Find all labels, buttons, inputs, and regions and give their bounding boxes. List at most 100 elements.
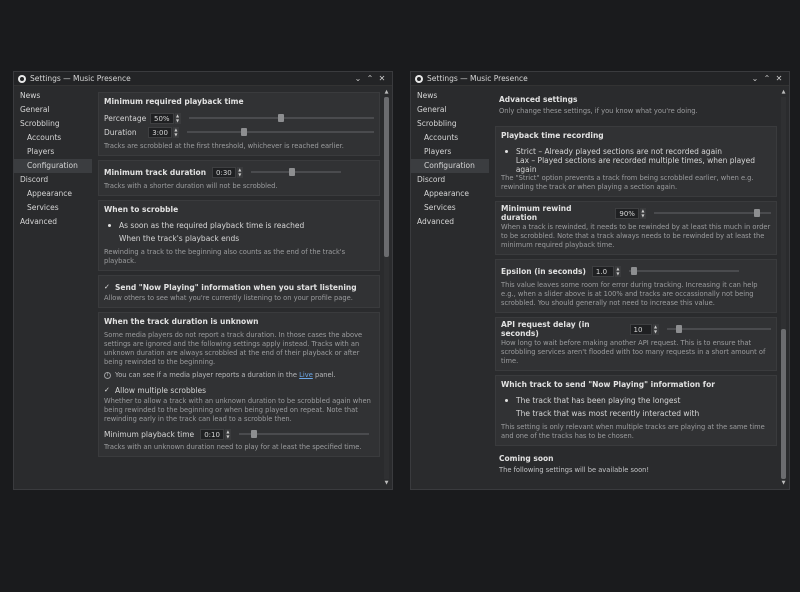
scroll-down-icon[interactable]: ▼ bbox=[780, 480, 787, 487]
duration-spinbox[interactable]: 3:00 ▲ ▼ bbox=[148, 126, 179, 138]
slider-handle[interactable] bbox=[278, 114, 285, 122]
checkmark-icon[interactable]: ✓ bbox=[104, 386, 112, 394]
sidebar-item-accounts[interactable]: Accounts bbox=[411, 131, 489, 145]
scrollbar[interactable]: ▲ ▼ bbox=[780, 89, 787, 487]
epsilon-slider[interactable] bbox=[628, 267, 739, 275]
which-track-desc: This setting is only relevant when multi… bbox=[501, 423, 765, 440]
slider-handle[interactable] bbox=[676, 325, 683, 333]
recording-option-lax[interactable]: Lax – Played sections are recorded multi… bbox=[501, 156, 771, 174]
allow-multiple-desc: Whether to allow a track with an unknown… bbox=[104, 397, 371, 423]
spin-down-icon[interactable]: ▼ bbox=[173, 132, 179, 138]
which-track-option-recent[interactable]: The track that was most recently interac… bbox=[501, 407, 771, 420]
min-playback-title: Minimum required playback time bbox=[104, 97, 244, 106]
when-scrobble-card: When to scrobble As soon as the required… bbox=[98, 200, 380, 271]
sidebar-item-discord[interactable]: Discord bbox=[411, 173, 489, 187]
unknown-duration-card: When the track duration is unknown Some … bbox=[98, 312, 380, 457]
rewind-slider[interactable] bbox=[653, 209, 771, 217]
sidebar-item-scrobbling[interactable]: Scrobbling bbox=[14, 117, 92, 131]
sidebar-item-appearance[interactable]: Appearance bbox=[14, 187, 92, 201]
live-panel-link[interactable]: Live bbox=[299, 371, 313, 379]
scrollbar-thumb[interactable] bbox=[781, 329, 786, 479]
now-playing-card: ✓ Send "Now Playing" information when yo… bbox=[98, 275, 380, 308]
slider-handle[interactable] bbox=[288, 168, 295, 176]
radio-selected-icon[interactable] bbox=[503, 397, 510, 404]
sidebar-item-advanced[interactable]: Advanced bbox=[411, 215, 489, 229]
scroll-down-icon[interactable]: ▼ bbox=[383, 480, 390, 487]
sidebar-item-players[interactable]: Players bbox=[14, 145, 92, 159]
sidebar-item-appearance[interactable]: Appearance bbox=[411, 187, 489, 201]
radio-unselected-icon[interactable] bbox=[503, 161, 510, 168]
sidebar-item-discord[interactable]: Discord bbox=[14, 173, 92, 187]
when-scrobble-title: When to scrobble bbox=[104, 205, 179, 214]
sidebar-item-configuration[interactable]: Configuration bbox=[411, 159, 489, 173]
sidebar-item-services[interactable]: Services bbox=[14, 201, 92, 215]
api-delay-slider[interactable] bbox=[666, 325, 771, 333]
spin-down-icon[interactable]: ▼ bbox=[175, 118, 181, 124]
scrollbar-track[interactable] bbox=[384, 97, 389, 479]
slider-handle[interactable] bbox=[753, 209, 760, 217]
sidebar-item-advanced[interactable]: Advanced bbox=[14, 215, 92, 229]
scroll-up-icon[interactable]: ▲ bbox=[383, 89, 390, 96]
sidebar-item-players[interactable]: Players bbox=[411, 145, 489, 159]
chevron-down-icon[interactable]: ⌄ bbox=[749, 73, 761, 85]
chevron-up-icon[interactable]: ⌃ bbox=[761, 73, 773, 85]
spin-down-icon[interactable]: ▼ bbox=[640, 213, 646, 219]
unknown-duration-desc: Some media players do not report a track… bbox=[104, 331, 363, 366]
sidebar-item-general[interactable]: General bbox=[14, 103, 92, 117]
which-track-card: Which track to send "Now Playing" inform… bbox=[495, 375, 777, 446]
api-delay-card: API request delay (in seconds) 10 ▲ ▼ How… bbox=[495, 317, 777, 371]
min-playback-time-spinbox[interactable]: 0:10 ▲ ▼ bbox=[200, 428, 231, 440]
slider-handle[interactable] bbox=[630, 267, 637, 275]
spin-down-icon[interactable]: ▼ bbox=[225, 434, 231, 440]
which-track-option-longest[interactable]: The track that has been playing the long… bbox=[501, 394, 771, 407]
radio-selected-icon[interactable] bbox=[503, 148, 510, 155]
close-icon[interactable]: ✕ bbox=[376, 73, 388, 85]
slider-handle[interactable] bbox=[241, 128, 248, 136]
min-track-card: Minimum track duration 0:30 ▲ ▼ Tracks wi… bbox=[98, 160, 380, 196]
slider-handle[interactable] bbox=[251, 430, 258, 438]
scrollbar[interactable]: ▲ ▼ bbox=[383, 89, 390, 487]
close-icon[interactable]: ✕ bbox=[773, 73, 785, 85]
now-playing-checkbox[interactable]: ✓ Send "Now Playing" information when yo… bbox=[104, 280, 374, 294]
scrobble-option-ends[interactable]: When the track's playback ends bbox=[104, 232, 374, 245]
min-track-spinbox[interactable]: 0:30 ▲ ▼ bbox=[212, 166, 243, 178]
min-playback-time-label: Minimum playback time bbox=[104, 429, 195, 439]
spin-down-icon[interactable]: ▼ bbox=[237, 172, 243, 178]
sidebar-item-news[interactable]: News bbox=[411, 89, 489, 103]
min-track-slider[interactable] bbox=[250, 168, 341, 176]
sidebar-item-scrobbling[interactable]: Scrobbling bbox=[411, 117, 489, 131]
epsilon-desc: This value leaves some room for error du… bbox=[501, 281, 758, 307]
radio-selected-icon[interactable] bbox=[106, 222, 113, 229]
sidebar-item-services[interactable]: Services bbox=[411, 201, 489, 215]
percentage-spinbox[interactable]: 50% ▲ ▼ bbox=[150, 112, 181, 124]
advanced-settings-desc: Only change these settings, if you know … bbox=[499, 107, 698, 115]
which-track-title: Which track to send "Now Playing" inform… bbox=[501, 380, 715, 389]
percentage-slider[interactable] bbox=[188, 114, 374, 122]
scrollbar-track[interactable] bbox=[781, 97, 786, 479]
chevron-down-icon[interactable]: ⌄ bbox=[352, 73, 364, 85]
spin-down-icon[interactable]: ▼ bbox=[653, 329, 659, 335]
checkmark-icon[interactable]: ✓ bbox=[104, 283, 112, 291]
scrollbar-thumb[interactable] bbox=[384, 97, 389, 257]
sidebar-item-accounts[interactable]: Accounts bbox=[14, 131, 92, 145]
settings-content: Minimum required playback time Percentag… bbox=[98, 87, 380, 489]
spin-down-icon[interactable]: ▼ bbox=[615, 271, 621, 277]
sidebar-item-general[interactable]: General bbox=[411, 103, 489, 117]
radio-unselected-icon[interactable] bbox=[106, 235, 113, 242]
api-delay-spinbox[interactable]: 10 ▲ ▼ bbox=[629, 323, 659, 335]
api-delay-desc: How long to wait before making another A… bbox=[501, 339, 766, 365]
rewind-spinbox[interactable]: 90% ▲ ▼ bbox=[615, 207, 646, 219]
recording-card: Playback time recording Strict – Already… bbox=[495, 126, 777, 197]
sidebar-item-news[interactable]: News bbox=[14, 89, 92, 103]
radio-unselected-icon[interactable] bbox=[503, 410, 510, 417]
duration-slider[interactable] bbox=[186, 128, 374, 136]
sidebar-item-configuration[interactable]: Configuration bbox=[14, 159, 92, 173]
scroll-up-icon[interactable]: ▲ bbox=[780, 89, 787, 96]
min-playback-time-slider[interactable] bbox=[238, 430, 369, 438]
allow-multiple-checkbox[interactable]: ✓ Allow multiple scrobbles bbox=[104, 383, 374, 397]
scrobble-option-reached[interactable]: As soon as the required playback time is… bbox=[104, 219, 374, 232]
epsilon-spinbox[interactable]: 1.0 ▲ ▼ bbox=[591, 265, 621, 277]
duration-label: Duration bbox=[104, 127, 137, 137]
rewind-card: Minimum rewind duration 90% ▲ ▼ When a tr… bbox=[495, 201, 777, 255]
chevron-up-icon[interactable]: ⌃ bbox=[364, 73, 376, 85]
